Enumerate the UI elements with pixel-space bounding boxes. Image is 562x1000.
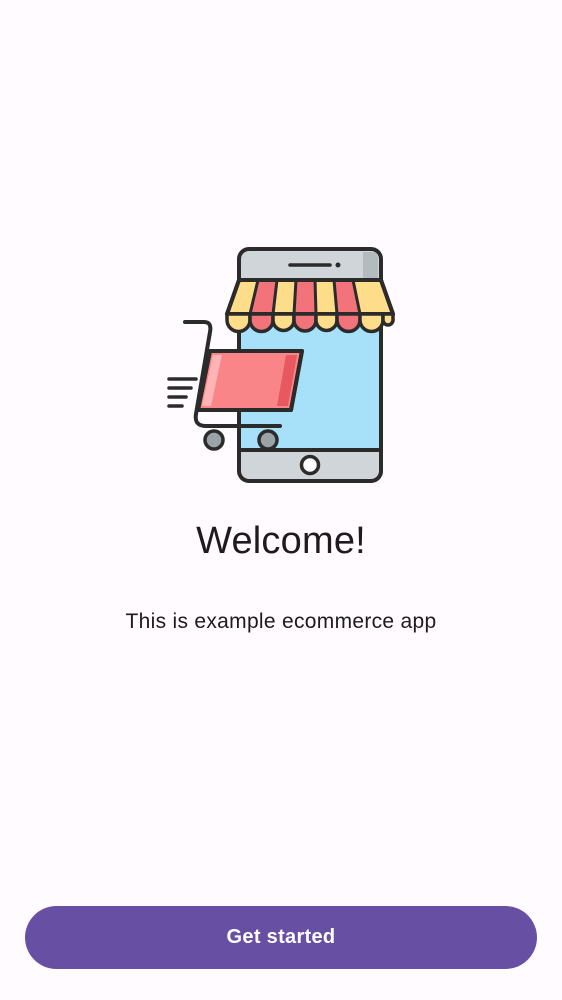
welcome-subtitle: This is example ecommerce app <box>125 610 437 633</box>
welcome-screen: Welcome! This is example ecommerce app G… <box>0 0 562 1000</box>
get-started-button[interactable]: Get started <box>25 906 537 969</box>
get-started-label: Get started <box>226 926 336 948</box>
welcome-title: Welcome! <box>196 520 366 562</box>
shopping-cart-phone-store-illustration <box>160 244 400 488</box>
